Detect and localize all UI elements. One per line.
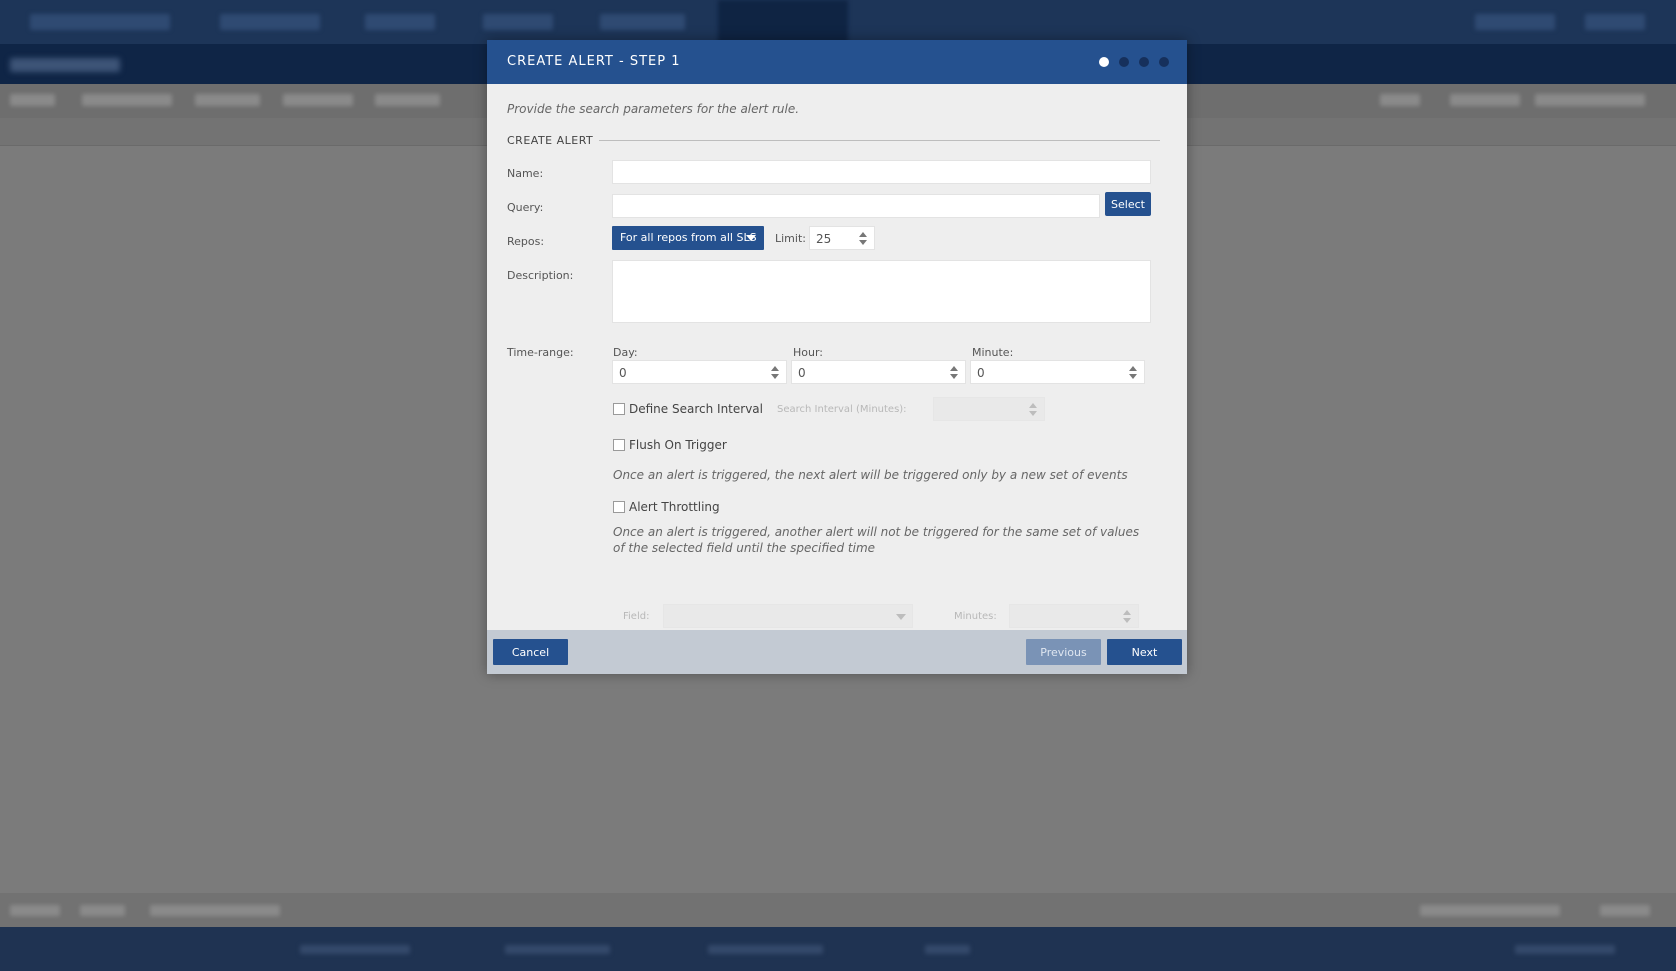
pager-item — [80, 905, 125, 916]
search-interval-stepper — [933, 397, 1045, 421]
query-select-button[interactable]: Select — [1105, 192, 1151, 216]
nav-item-4 — [600, 14, 685, 30]
step-dot-3 — [1139, 57, 1149, 67]
field-label: Field: — [623, 611, 650, 622]
flush-on-trigger-checkbox[interactable] — [613, 439, 625, 451]
minute-value: 0 — [977, 366, 985, 380]
description-textarea[interactable] — [612, 260, 1151, 323]
modal-title: CREATE ALERT - STEP 1 — [507, 54, 681, 69]
minute-label: Minute: — [972, 346, 1014, 359]
define-search-interval-checkbox[interactable] — [613, 403, 625, 415]
app-page-title — [10, 58, 120, 72]
alert-throttling-label: Alert Throttling — [629, 500, 720, 514]
minute-stepper[interactable]: 0 — [970, 360, 1145, 384]
footer-link — [925, 945, 970, 954]
app-footer — [0, 927, 1676, 971]
throttling-help-text: Once an alert is triggered, another aler… — [613, 525, 1140, 555]
nav-item-3 — [483, 14, 553, 30]
limit-label: Limit: — [775, 232, 806, 245]
hour-value: 0 — [798, 366, 806, 380]
step-dot-2 — [1119, 57, 1129, 67]
name-input[interactable] — [612, 160, 1151, 184]
step-dot-1 — [1099, 57, 1109, 67]
stepper-arrows-icon[interactable] — [859, 232, 868, 246]
toolbar-item — [195, 94, 260, 106]
section-header: CREATE ALERT — [507, 134, 1160, 147]
section-divider — [599, 140, 1160, 141]
pager-info — [1420, 905, 1560, 916]
minutes-label: Minutes: — [954, 611, 997, 622]
nav-item-settings-active — [718, 0, 848, 44]
footer-copyright — [1515, 945, 1615, 954]
repos-dropdown-value: For all repos from all SLS — [620, 231, 757, 244]
toolbar-item — [10, 94, 55, 106]
section-title: CREATE ALERT — [507, 134, 594, 147]
flush-on-trigger-checkbox-row[interactable]: Flush On Trigger — [613, 438, 727, 452]
chevron-down-icon — [896, 614, 906, 620]
stepper-arrows-icon — [1123, 610, 1132, 624]
app-top-navbar — [0, 0, 1676, 44]
cancel-button[interactable]: Cancel — [493, 639, 568, 665]
stepper-arrows-icon[interactable] — [950, 366, 959, 380]
toolbar-search — [1535, 94, 1645, 106]
pager-item — [10, 905, 60, 916]
pager-item — [150, 905, 280, 916]
search-interval-label: Search Interval (Minutes): — [777, 404, 907, 415]
modal-header: CREATE ALERT - STEP 1 — [487, 40, 1187, 84]
flush-on-trigger-label: Flush On Trigger — [629, 438, 727, 452]
app-pagination-bar — [0, 893, 1676, 927]
day-stepper[interactable]: 0 — [612, 360, 787, 384]
toolbar-item — [283, 94, 353, 106]
define-search-interval-checkbox-row[interactable]: Define Search Interval — [613, 402, 763, 416]
stepper-arrows-icon[interactable] — [771, 366, 780, 380]
repos-dropdown[interactable]: For all repos from all SLS — [612, 226, 764, 250]
query-input[interactable] — [612, 194, 1100, 218]
stepper-arrows-icon — [1029, 403, 1038, 417]
flush-help-text: Once an alert is triggered, the next ale… — [613, 468, 1128, 482]
limit-value: 25 — [816, 232, 832, 246]
alert-throttling-checkbox-row[interactable]: Alert Throttling — [613, 500, 720, 514]
define-search-interval-label: Define Search Interval — [629, 402, 763, 416]
toolbar-item — [1380, 94, 1420, 106]
limit-stepper[interactable]: 25 — [809, 226, 875, 250]
day-value: 0 — [619, 366, 627, 380]
modal-body: Provide the search parameters for the al… — [487, 84, 1187, 630]
query-label: Query: — [507, 201, 544, 214]
step-dot-4 — [1159, 57, 1169, 67]
toolbar-item — [82, 94, 172, 106]
alert-throttling-checkbox[interactable] — [613, 501, 625, 513]
modal-footer: Cancel Previous Next — [487, 630, 1187, 674]
throttling-minutes-stepper — [1009, 604, 1139, 628]
description-label: Description: — [507, 269, 574, 282]
repos-label: Repos: — [507, 235, 545, 248]
toolbar-item — [375, 94, 440, 106]
footer-link — [708, 945, 823, 954]
time-range-label: Time-range: — [507, 346, 574, 359]
hour-label: Hour: — [793, 346, 824, 359]
pager-item — [1600, 905, 1650, 916]
name-label: Name: — [507, 167, 544, 180]
modal-intro: Provide the search parameters for the al… — [507, 102, 800, 116]
footer-link — [300, 945, 410, 954]
day-label: Day: — [613, 346, 638, 359]
app-logo — [30, 14, 170, 30]
step-indicator — [1099, 57, 1169, 67]
stepper-arrows-icon[interactable] — [1129, 366, 1138, 380]
nav-user-area — [1475, 14, 1555, 30]
field-dropdown — [663, 604, 913, 628]
next-button[interactable]: Next — [1107, 639, 1182, 665]
nav-help-area — [1585, 14, 1645, 30]
nav-item-2 — [365, 14, 435, 30]
previous-button[interactable]: Previous — [1026, 639, 1101, 665]
create-alert-modal: CREATE ALERT - STEP 1 Provide the search… — [487, 40, 1187, 674]
footer-link — [505, 945, 610, 954]
toolbar-item — [1450, 94, 1520, 106]
hour-stepper[interactable]: 0 — [791, 360, 966, 384]
chevron-down-icon — [746, 235, 756, 241]
nav-item-1 — [220, 14, 320, 30]
